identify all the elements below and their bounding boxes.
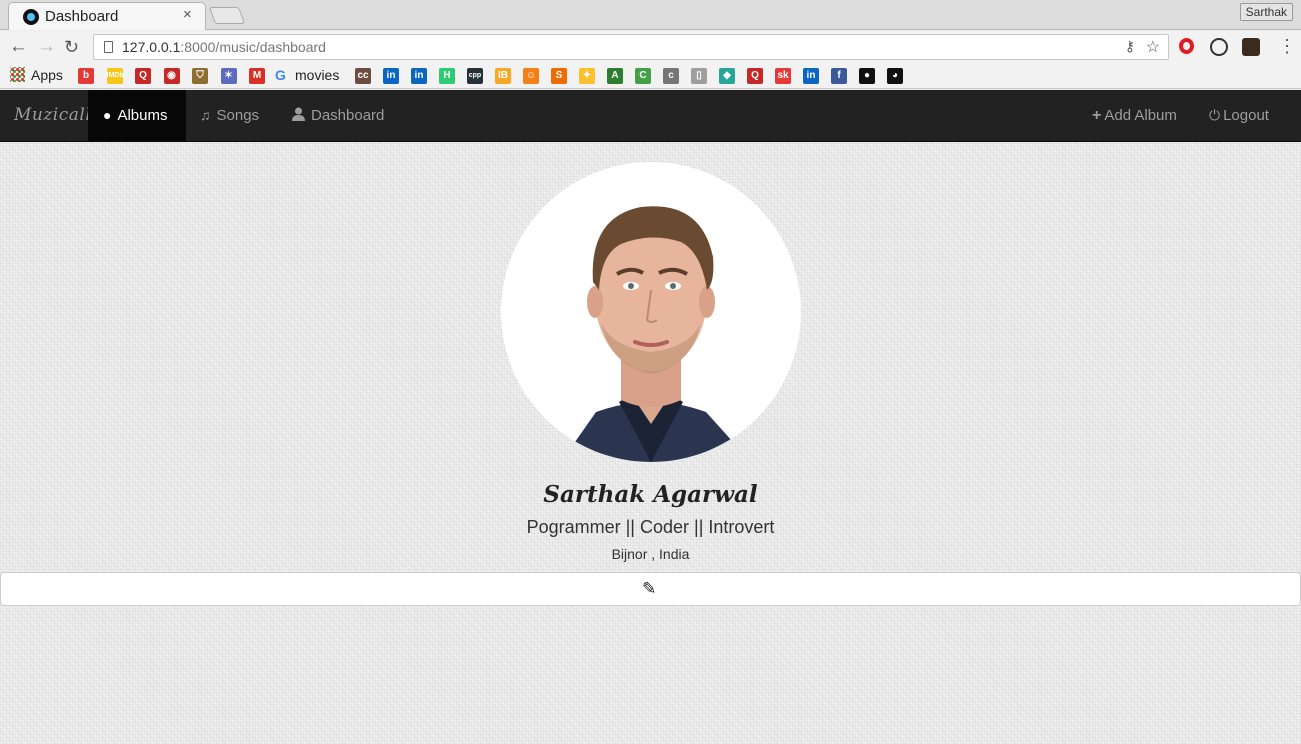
nav-albums-label: Albums (117, 107, 168, 124)
bookmark-rabbit-icon[interactable]: ✶ (220, 68, 237, 84)
bookmark-imdb-icon[interactable]: IMDb (106, 68, 124, 84)
opera-extension-icon[interactable] (1179, 38, 1194, 54)
music-note-icon: ♫ (200, 107, 211, 123)
nav-dashboard-label: Dashboard (311, 107, 385, 124)
site-navbar: Muzicall ● Albums ♫ Songs Dashboard + Add A… (0, 90, 1301, 142)
bookmark-gem-icon[interactable]: ◆ (719, 68, 735, 84)
address-bar[interactable]: 127.0.0.1:8000/music/dashboard ⚷ ☆ (93, 34, 1169, 60)
bookmark-red-icon[interactable]: b (78, 68, 94, 84)
nav-songs-label: Songs (216, 107, 260, 124)
nav-albums[interactable]: ● Albums (88, 90, 186, 141)
nav-dashboard[interactable]: Dashboard (292, 90, 384, 141)
user-icon (292, 90, 305, 141)
bookmark-person-icon[interactable]: ☺ (523, 68, 539, 84)
bookmark-quora-icon[interactable]: Q (135, 68, 151, 84)
bookmark-gmail-icon[interactable]: M (249, 68, 265, 84)
nav-add-album-label: Add Album (1104, 107, 1177, 124)
pencil-icon: ✎ (642, 579, 657, 598)
bookmark-shield-icon[interactable]: ⛉ (192, 68, 208, 84)
bookmark-hackerearth-icon[interactable]: H (439, 68, 455, 84)
bookmark-github-icon[interactable]: ◕ (887, 68, 903, 84)
bookmark-c-icon[interactable]: C (635, 68, 651, 84)
browser-menu-icon[interactable]: ⋮ (1278, 36, 1296, 57)
url-text[interactable]: 127.0.0.1:8000/music/dashboard (122, 39, 326, 55)
nav-add-album[interactable]: + Add Album (1092, 90, 1177, 141)
bookmark-linkedin-2-icon[interactable]: in (411, 68, 427, 84)
url-host: 127.0.0.1 (122, 39, 181, 55)
bookmark-linkedin-icon[interactable]: in (383, 68, 399, 84)
google-g-icon: G (275, 67, 286, 83)
bookmark-terminal-icon[interactable]: A (607, 68, 623, 84)
page-info-icon[interactable] (104, 41, 113, 53)
nav-logout[interactable]: ⏻ Logout (1209, 90, 1269, 141)
globe-icon: ● (103, 107, 112, 123)
power-icon: ⏻ (1209, 107, 1221, 123)
tab-close-icon[interactable]: × (183, 6, 192, 23)
bookmark-doc-icon[interactable]: c (663, 68, 679, 84)
profile-location: Bijnor , India (611, 546, 690, 562)
bookmarks-bar: Apps b IMDb Q ◉ ⛉ ✶ M G movies cc in in Hcpp IB ☺ S ✦… (0, 63, 1301, 89)
apps-grid-icon[interactable] (10, 67, 25, 82)
reload-icon[interactable]: ↻ (64, 36, 79, 58)
nav-songs[interactable]: ♫ Songs (200, 90, 259, 141)
bookmark-page-icon[interactable]: ▯ (691, 68, 707, 84)
profile-tagline: Pogrammer || Coder || Introvert (526, 517, 775, 537)
site-favicon-icon (23, 9, 39, 25)
bookmark-swirl-icon[interactable]: S (551, 68, 567, 84)
forward-arrow-icon[interactable]: → (37, 36, 56, 58)
new-tab-button[interactable] (208, 7, 246, 24)
bookmark-bulb-icon[interactable]: ✦ (579, 68, 595, 84)
browser-toolbar: ← → ↻ 127.0.0.1:8000/music/dashboard ⚷ ☆… (0, 31, 1301, 63)
extension-cat-icon[interactable] (1242, 38, 1260, 56)
bookmark-star-icon[interactable]: ☆ (1146, 37, 1160, 57)
nav-logout-label: Logout (1223, 107, 1269, 124)
page-content: Muzicall ● Albums ♫ Songs Dashboard + Add A… (0, 90, 1301, 744)
profile-avatar (501, 162, 801, 462)
bookmark-muzic-icon[interactable]: ● (859, 68, 875, 84)
extension-ring-icon[interactable] (1210, 38, 1228, 56)
tab-title: Dashboard (45, 8, 119, 25)
brand-logo[interactable]: Muzicall (14, 105, 91, 125)
bookmark-cc-icon[interactable]: cc (355, 68, 371, 84)
browser-profile-button[interactable]: Sarthak (1239, 3, 1293, 21)
plus-icon: + (1092, 107, 1102, 124)
browser-tabstrip: Dashboard × Sarthak (0, 0, 1301, 30)
bookmark-apps[interactable]: Apps (31, 67, 63, 84)
bookmark-quora-2-icon[interactable]: Q (747, 68, 763, 84)
bookmark-cpp-icon[interactable]: cpp (467, 68, 483, 84)
bookmark-movies[interactable]: movies (295, 67, 339, 84)
browser-tab[interactable]: Dashboard × (8, 2, 206, 30)
profile-name: Sarthak Agarwal (543, 481, 758, 508)
bookmark-ball-icon[interactable]: ◉ (163, 68, 180, 84)
bookmark-ib-icon[interactable]: IB (495, 68, 511, 84)
back-arrow-icon[interactable]: ← (9, 36, 28, 58)
bookmark-sk-icon[interactable]: sk (775, 68, 791, 84)
bookmark-facebook-icon[interactable]: f (831, 68, 847, 84)
bookmark-linkedin-3-icon[interactable]: in (803, 68, 819, 84)
url-path: :8000/music/dashboard (180, 39, 326, 55)
edit-profile-button[interactable]: ✎ (0, 572, 1301, 606)
key-icon[interactable]: ⚷ (1125, 38, 1135, 55)
